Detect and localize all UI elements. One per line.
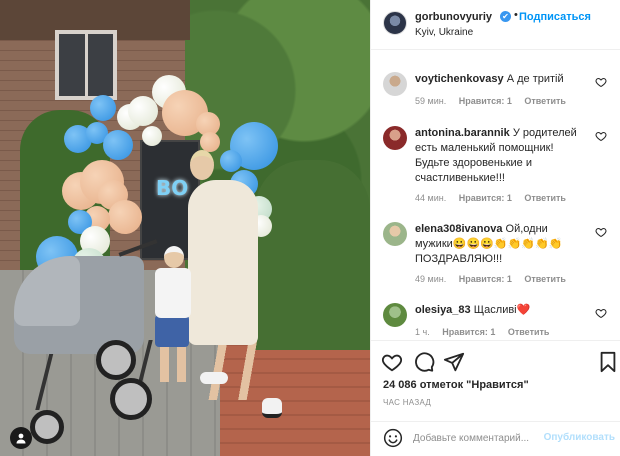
comment-username[interactable]: voytichenkovasy: [415, 73, 504, 85]
comment-time: 59 мин.: [415, 96, 447, 106]
stroller-wheel: [30, 410, 64, 444]
photo-window: [55, 30, 117, 100]
woman-head: [190, 150, 214, 180]
stroller-wheel: [96, 340, 136, 380]
comment-text: antonina.barannik У родителей есть мален…: [415, 126, 585, 186]
balloon: [142, 126, 162, 146]
comment-reply-button[interactable]: Ответить: [524, 193, 566, 203]
comments-list[interactable]: voytichenkovasy А де тритій 59 мин. Нрав…: [371, 50, 620, 340]
heart-icon[interactable]: [381, 351, 403, 373]
bookmark-icon[interactable]: [597, 351, 619, 373]
woman-shoe: [200, 372, 228, 384]
balloon: [220, 150, 242, 172]
comment-username[interactable]: elena308ivanova: [415, 223, 502, 235]
author-avatar[interactable]: [383, 11, 407, 35]
kid-head: [164, 246, 184, 268]
post-location[interactable]: Kyiv, Ukraine: [415, 27, 473, 38]
comment-time: 44 мин.: [415, 193, 447, 203]
comment-icon[interactable]: [413, 351, 435, 373]
follow-button[interactable]: Подписаться: [519, 11, 591, 23]
commenter-avatar[interactable]: [383, 72, 407, 96]
post-header: gorbunovyuriy ✔ • Подписаться Kyiv, Ukra…: [371, 0, 620, 50]
comment-text: voytichenkovasy А де тритій: [415, 72, 585, 87]
emoji-icon[interactable]: [383, 428, 403, 448]
kid-legs: [160, 346, 186, 382]
balloon-sign: BO: [156, 176, 189, 200]
comment-likes[interactable]: Нравится: 1: [459, 193, 512, 203]
comment-text: elena308ivanova Ой,одни мужики😀😀😀👏👏👏👏👏 П…: [415, 222, 585, 267]
balloon: [200, 132, 220, 152]
comment-username[interactable]: antonina.barannik: [415, 127, 510, 139]
post-time: ЧАС НАЗАД: [383, 398, 432, 407]
comment-likes[interactable]: Нравится: 1: [459, 96, 512, 106]
like-comment-heart-icon[interactable]: [595, 307, 607, 319]
comment-meta: 1 ч. Нравится: 1 Ответить: [415, 327, 559, 337]
balloon: [108, 200, 142, 234]
user-icon[interactable]: [10, 427, 32, 449]
commenter-avatar[interactable]: [383, 303, 407, 327]
verified-icon: ✔: [500, 11, 511, 22]
post-sidebar: gorbunovyuriy ✔ • Подписаться Kyiv, Ukra…: [370, 0, 620, 456]
comment-meta: 49 мин. Нравится: 1 Ответить: [415, 274, 576, 284]
comment-likes[interactable]: Нравится: 1: [442, 327, 495, 337]
header-separator: •: [514, 9, 518, 21]
woman-shoe: [262, 398, 282, 418]
photo-hedge-right: [255, 160, 370, 350]
balloon: [90, 95, 116, 121]
comment-time: 49 мин.: [415, 274, 447, 284]
post-actions: 24 086 отметок "Нравится" ЧАС НАЗАД Опуб…: [371, 340, 620, 448]
like-comment-heart-icon[interactable]: [595, 130, 607, 142]
comment-input[interactable]: [413, 428, 543, 448]
comment-body: А де тритій: [506, 73, 564, 85]
add-comment-bar: Опубликовать: [371, 421, 620, 456]
commenter-avatar[interactable]: [383, 126, 407, 150]
post-photo[interactable]: BO: [0, 0, 370, 456]
kid-shorts: [155, 315, 189, 347]
comment-time: 1 ч.: [415, 327, 430, 337]
balloon: [103, 130, 133, 160]
woman-legs: [205, 340, 265, 400]
comment-body: Щасливі❤️: [473, 304, 531, 316]
post-comment-button[interactable]: Опубликовать: [544, 432, 615, 443]
comment-username[interactable]: olesiya_83: [415, 304, 471, 316]
comment-meta: 59 мин. Нравится: 1 Ответить: [415, 96, 576, 106]
comment-reply-button[interactable]: Ответить: [508, 327, 550, 337]
woman-dress: [188, 180, 258, 345]
comment-reply-button[interactable]: Ответить: [524, 274, 566, 284]
kid-shirt: [155, 268, 191, 318]
like-comment-heart-icon[interactable]: [595, 226, 607, 238]
comment-reply-button[interactable]: Ответить: [524, 96, 566, 106]
author-username[interactable]: gorbunovyuriy: [415, 11, 492, 23]
like-comment-heart-icon[interactable]: [595, 76, 607, 88]
likes-count[interactable]: 24 086 отметок "Нравится": [383, 379, 529, 391]
comment-meta: 44 мин. Нравится: 1 Ответить: [415, 193, 576, 203]
comment-text: olesiya_83 Щасливі❤️: [415, 303, 585, 318]
share-icon[interactable]: [443, 351, 465, 373]
comment-likes[interactable]: Нравится: 1: [459, 274, 512, 284]
stroller-wheel: [110, 378, 152, 420]
commenter-avatar[interactable]: [383, 222, 407, 246]
